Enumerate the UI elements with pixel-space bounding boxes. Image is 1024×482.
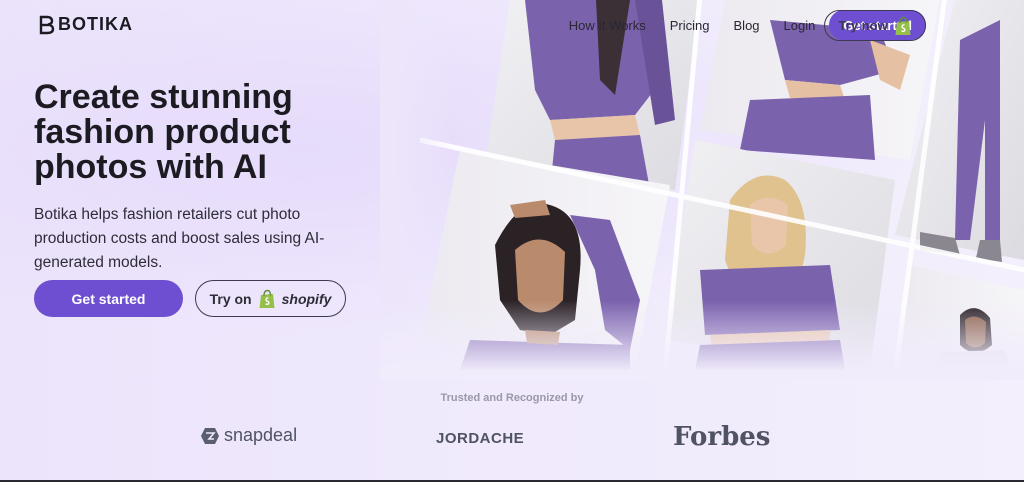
nav-link-blog[interactable]: Blog [734, 18, 760, 33]
snapdeal-wordmark: snapdeal [224, 425, 298, 445]
jordache-logo: JORDACHE [436, 430, 524, 447]
hero-headline: Create stunning fashion product photos w… [34, 78, 293, 186]
try-on-label: Try on [209, 290, 252, 307]
shopify-bag-icon [895, 16, 911, 35]
shopify-bag-icon [259, 289, 275, 308]
forbes-logo: Forbes [673, 422, 770, 452]
collage-fade-bottom [380, 300, 1024, 380]
landing-page: BOTIKA How It Works Pricing Blog Login G… [0, 0, 1024, 482]
trusted-heading: Trusted and Recognized by [440, 392, 584, 404]
snapdeal-icon [201, 427, 219, 444]
nav-link-login[interactable]: Login [784, 18, 816, 33]
nav-link-how-it-works[interactable]: How It Works [569, 18, 646, 33]
hero-description: Botika helps fashion retailers cut photo… [34, 206, 325, 271]
try-on-shopify-button[interactable]: Try on shopify [195, 280, 346, 317]
logo[interactable]: BOTIKA [38, 14, 133, 35]
jordache-wordmark: JORDACHE [436, 430, 525, 447]
nav-link-pricing[interactable]: Pricing [670, 18, 710, 33]
forbes-wordmark: Forbes [673, 422, 771, 452]
shopify-wordmark: shopify [281, 290, 332, 307]
try-now-label: Try now [838, 18, 888, 33]
try-now-button[interactable]: Try now [824, 10, 926, 41]
botika-logo-icon [39, 15, 55, 34]
snapdeal-logo: snapdeal [200, 425, 297, 446]
brand-name: BOTIKA [58, 14, 133, 34]
hero-get-started-button[interactable]: Get started [34, 280, 183, 317]
